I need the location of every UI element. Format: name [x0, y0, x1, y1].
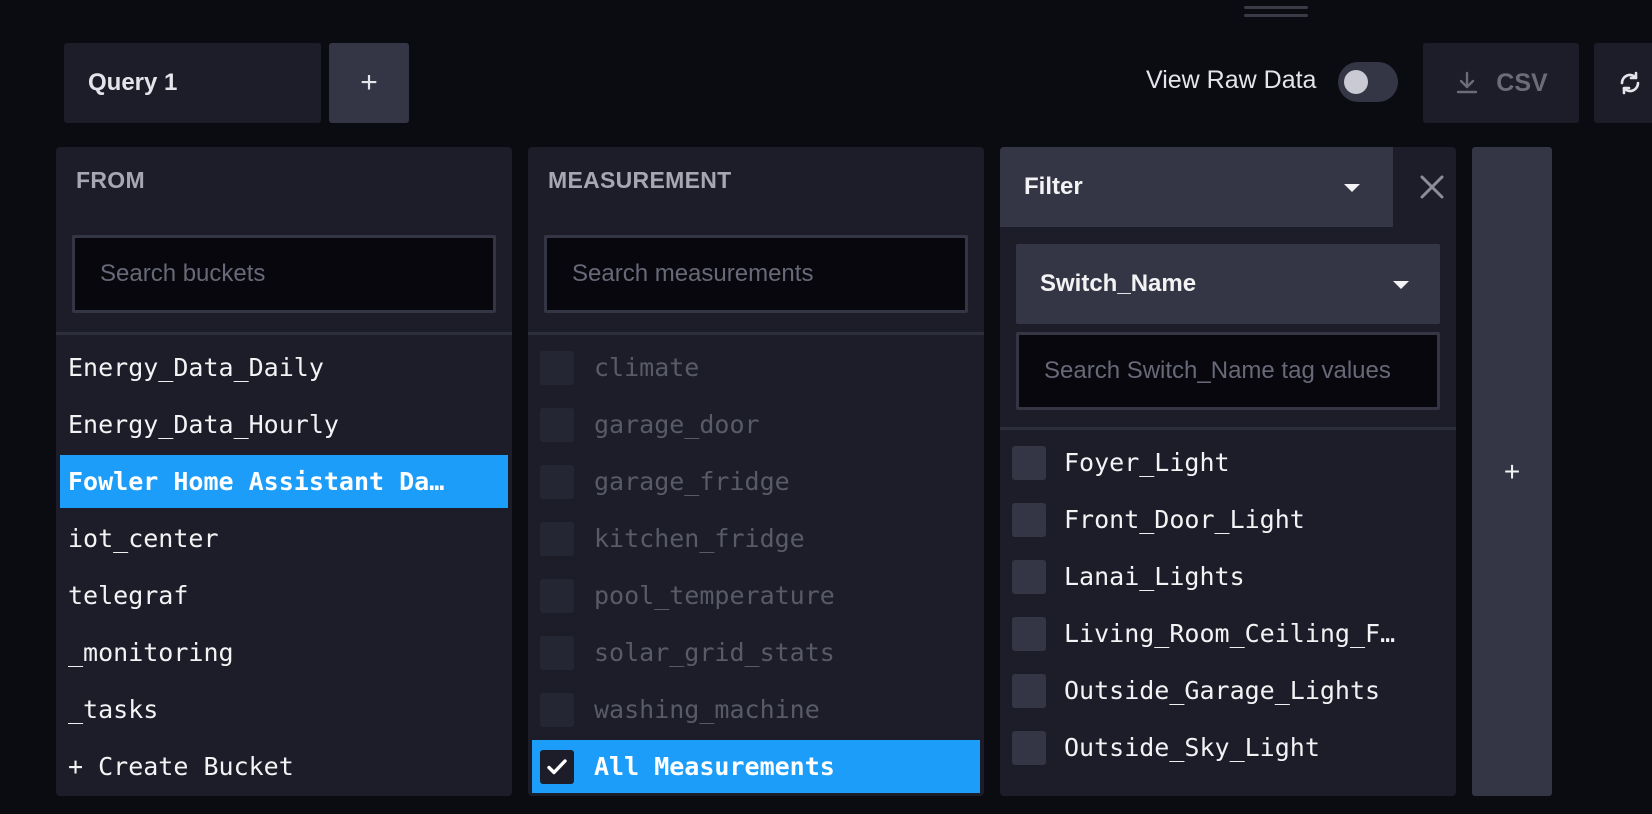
add-filter-button[interactable]: +: [1472, 147, 1552, 796]
measurement-item[interactable]: solar_grid_stats: [528, 624, 984, 681]
bucket-item[interactable]: _tasks: [56, 681, 512, 738]
divider: [56, 332, 512, 335]
tag-value-search-input[interactable]: Search Switch_Name tag values: [1016, 332, 1440, 410]
checkbox[interactable]: [540, 692, 574, 727]
checkbox[interactable]: [540, 521, 574, 556]
tag-value-item[interactable]: Living_Room_Ceiling_F…: [1000, 605, 1456, 662]
tag-value-label: Living_Room_Ceiling_F…: [1064, 619, 1396, 648]
refresh-button[interactable]: [1594, 43, 1652, 123]
csv-download-button[interactable]: CSV: [1423, 43, 1579, 123]
measurement-item[interactable]: kitchen_fridge: [528, 510, 984, 567]
add-query-button[interactable]: +: [329, 43, 409, 123]
tag-value-label: Lanai_Lights: [1064, 562, 1245, 591]
bucket-list: Energy_Data_Daily Energy_Data_Hourly Fow…: [56, 339, 512, 795]
measurement-title: MEASUREMENT: [548, 167, 732, 193]
checkbox[interactable]: [1012, 559, 1046, 594]
measurement-label: pool_temperature: [594, 581, 835, 610]
filter-panel: Filter Switch_Name Search Switch_Name ta…: [1000, 147, 1456, 796]
measurement-panel: MEASUREMENT Search measurements climate …: [528, 147, 984, 796]
checkbox-checked[interactable]: [540, 749, 574, 784]
view-raw-data-toggle[interactable]: [1338, 62, 1398, 102]
tag-value-label: Foyer_Light: [1064, 448, 1230, 477]
tag-value-item[interactable]: Foyer_Light: [1000, 434, 1456, 491]
measurement-label: solar_grid_stats: [594, 638, 835, 667]
measurement-label: climate: [594, 353, 700, 382]
resize-handle[interactable]: [1244, 6, 1308, 18]
check-icon: [547, 758, 567, 774]
view-raw-data-label: View Raw Data: [1146, 66, 1317, 94]
filter-function-dropdown[interactable]: Filter: [1000, 147, 1393, 227]
tag-value-item[interactable]: Lanai_Lights: [1000, 548, 1456, 605]
checkbox[interactable]: [1012, 616, 1046, 651]
bucket-item[interactable]: telegraf: [56, 567, 512, 624]
csv-label: CSV: [1496, 68, 1548, 97]
measurement-label: garage_door: [594, 410, 760, 439]
from-panel: FROM Search buckets Energy_Data_Daily En…: [56, 147, 512, 796]
checkbox[interactable]: [1012, 445, 1046, 480]
checkbox[interactable]: [540, 578, 574, 613]
checkbox[interactable]: [540, 464, 574, 499]
measurement-item[interactable]: pool_temperature: [528, 567, 984, 624]
checkbox[interactable]: [540, 350, 574, 385]
tag-value-item[interactable]: Outside_Garage_Lights: [1000, 662, 1456, 719]
measurement-label: garage_fridge: [594, 467, 790, 496]
close-icon: [1420, 175, 1444, 199]
download-icon: [1457, 71, 1478, 94]
measurement-label: washing_machine: [594, 695, 820, 724]
tag-value-label: Outside_Garage_Lights: [1064, 676, 1381, 705]
bucket-item-selected[interactable]: Fowler Home Assistant Da…: [60, 455, 508, 508]
refresh-icon: [1620, 71, 1640, 95]
measurement-item[interactable]: climate: [528, 339, 984, 396]
checkbox[interactable]: [1012, 730, 1046, 765]
divider: [528, 332, 984, 335]
tag-value-item[interactable]: Front_Door_Light: [1000, 491, 1456, 548]
remove-filter-button[interactable]: [1412, 167, 1452, 207]
bucket-item[interactable]: Energy_Data_Hourly: [56, 396, 512, 453]
toggle-knob: [1344, 70, 1368, 94]
tag-key-label: Switch_Name: [1040, 270, 1197, 297]
checkbox[interactable]: [540, 407, 574, 442]
measurement-label: kitchen_fridge: [594, 524, 805, 553]
checkbox[interactable]: [1012, 502, 1046, 537]
filter-function-label: Filter: [1024, 173, 1083, 200]
measurement-item[interactable]: washing_machine: [528, 681, 984, 738]
measurement-label: All Measurements: [594, 752, 835, 781]
tag-value-label: Outside_Sky_Light: [1064, 733, 1320, 762]
measurement-item[interactable]: garage_fridge: [528, 453, 984, 510]
checkbox[interactable]: [1012, 673, 1046, 708]
bucket-item[interactable]: Energy_Data_Daily: [56, 339, 512, 396]
measurement-list: climate garage_door garage_fridge kitche…: [528, 339, 984, 793]
tag-value-label: Front_Door_Light: [1064, 505, 1305, 534]
create-bucket-button[interactable]: + Create Bucket: [56, 738, 512, 795]
checkbox[interactable]: [540, 635, 574, 670]
caret-down-icon: [1344, 184, 1360, 192]
caret-down-icon: [1393, 281, 1409, 289]
all-measurements-item[interactable]: All Measurements: [532, 740, 980, 793]
bucket-search-input[interactable]: Search buckets: [72, 235, 496, 313]
from-title: FROM: [76, 167, 145, 193]
query-tab[interactable]: Query 1: [64, 43, 321, 123]
measurement-search-input[interactable]: Search measurements: [544, 235, 968, 313]
bucket-item-label: Fowler Home Assistant Da…: [68, 467, 445, 496]
tag-value-item[interactable]: Outside_Sky_Light: [1000, 719, 1456, 776]
tag-key-dropdown[interactable]: Switch_Name: [1016, 244, 1440, 324]
bucket-item[interactable]: iot_center: [56, 510, 512, 567]
bucket-item[interactable]: _monitoring: [56, 624, 512, 681]
measurement-item[interactable]: garage_door: [528, 396, 984, 453]
tag-value-list: Foyer_Light Front_Door_Light Lanai_Light…: [1000, 434, 1456, 776]
divider: [1000, 427, 1456, 430]
